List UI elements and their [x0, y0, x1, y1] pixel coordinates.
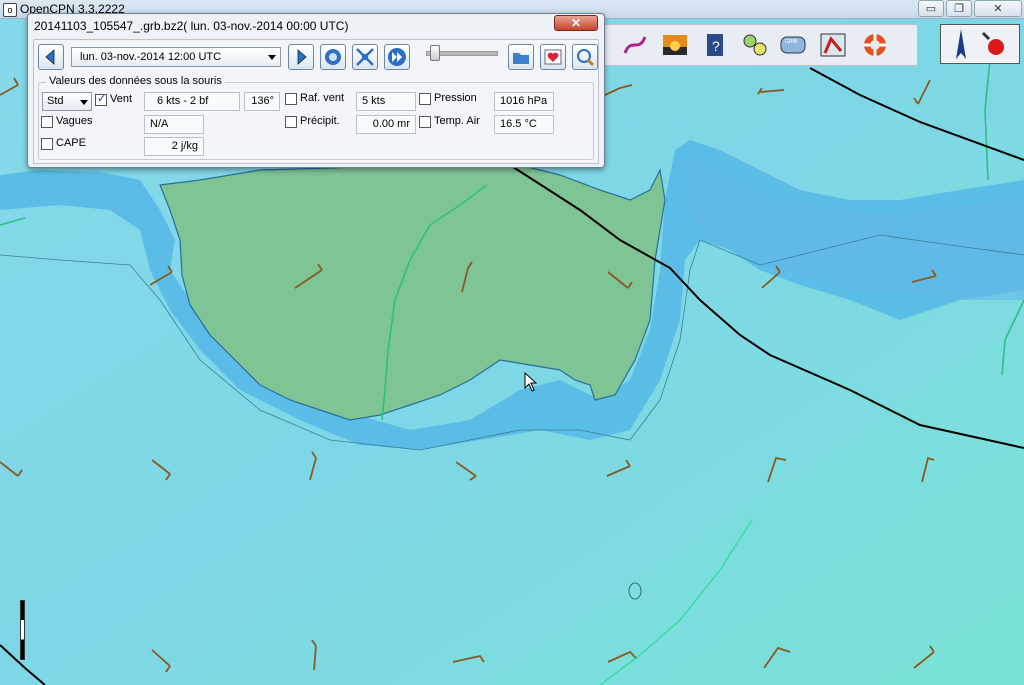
grib-dialog-title: 20141103_105547_.grb.bz2( lun. 03-nov.-2… [34, 19, 349, 33]
raf-vent-checkbox[interactable] [285, 93, 297, 105]
next-time-button[interactable] [288, 44, 314, 70]
open-file-button[interactable] [508, 44, 534, 70]
magnifier-pencil-icon [577, 49, 595, 67]
fast-forward-icon [388, 48, 406, 66]
chevron-down-icon [268, 55, 276, 60]
vagues-field: N/A [144, 115, 204, 134]
grib-panel: lun. 03-nov.-2014 12:00 UTC Valeurs des … [33, 39, 599, 164]
precipit-checkbox[interactable] [285, 116, 297, 128]
precipit-field: 0.00 mr [356, 115, 416, 134]
restore-button[interactable]: ❐ [946, 0, 972, 17]
temp-air-label: Temp. Air [434, 115, 480, 127]
settings-button[interactable] [540, 44, 566, 70]
pression-checkbox[interactable] [419, 93, 431, 105]
now-button[interactable] [320, 44, 346, 70]
dashboard-button[interactable] [739, 29, 771, 61]
chevron-down-icon [80, 100, 88, 105]
gps-status-icon[interactable] [981, 31, 1004, 55]
sunset-icon [663, 35, 687, 55]
pression-label: Pression [434, 92, 477, 104]
std-select[interactable]: Std [42, 92, 92, 111]
date-time-select[interactable]: lun. 03-nov.-2014 12:00 UTC [71, 47, 281, 67]
vent-checkbox[interactable] [95, 92, 107, 106]
previous-time-button[interactable] [38, 44, 64, 70]
heart-window-icon [544, 49, 562, 65]
opencpn-app-icon: o [3, 3, 17, 17]
temp-air-checkbox[interactable] [419, 116, 431, 128]
compass-toolbar [940, 24, 1020, 64]
request-button[interactable] [572, 44, 598, 70]
arrow-left-icon [45, 49, 55, 65]
zoom-to-center-button[interactable] [352, 44, 378, 70]
precipit-label: Précipit. [300, 115, 340, 127]
dashboard-gauges-icon [743, 34, 767, 56]
expand-arrows-icon [356, 48, 374, 66]
window-close-button[interactable]: ✕ [974, 0, 1022, 17]
pression-field: 1016 hPa [494, 92, 554, 111]
route-manager-button[interactable] [619, 29, 651, 61]
vent-direction-field: 136° [244, 92, 280, 111]
help-button[interactable]: ? [699, 29, 731, 61]
vagues-label: Vagues [56, 115, 93, 127]
cape-field: 2 j/kg [144, 137, 204, 156]
chart-scale-bar [20, 600, 25, 660]
play-button[interactable] [384, 44, 410, 70]
arrow-right-icon [297, 49, 307, 65]
mouse-cursor-icon [524, 372, 538, 392]
grib-icon: GRIB [780, 36, 806, 54]
grib-close-button[interactable]: ✕ [554, 15, 598, 31]
vent-speed-field: 6 kts - 2 bf [144, 92, 240, 111]
folder-icon [513, 53, 529, 64]
raf-vent-label: Raf. vent [300, 92, 345, 104]
cape-checkbox[interactable] [41, 138, 53, 150]
minimize-button[interactable]: ▭ [918, 0, 944, 17]
tides-button[interactable] [659, 29, 691, 61]
weather-icon [820, 33, 846, 57]
raf-vent-field: 5 kts [356, 92, 416, 111]
date-time-value: lun. 03-nov.-2014 12:00 UTC [80, 51, 222, 63]
temp-air-field: 16.5 °C [494, 115, 554, 134]
vagues-checkbox[interactable] [41, 116, 53, 128]
svg-text:?: ? [712, 38, 720, 54]
std-select-value: Std [47, 95, 64, 107]
weather-routing-button[interactable] [817, 29, 849, 61]
time-slider-thumb[interactable] [430, 45, 440, 61]
compass-icon[interactable] [956, 29, 966, 59]
help-book-icon: ? [707, 34, 723, 56]
grib-dialog: 20141103_105547_.grb.bz2( lun. 03-nov.-2… [27, 13, 605, 168]
main-toolbar: ? GRIB [604, 24, 918, 66]
lifebuoy-icon [864, 34, 886, 56]
data-group-label: Valeurs des données sous la souris [46, 75, 225, 87]
grib-button[interactable]: GRIB [777, 29, 809, 61]
man-overboard-button[interactable] [859, 29, 891, 61]
route-icon [623, 36, 647, 54]
cape-label: CAPE [56, 137, 86, 149]
vent-label: Vent [110, 93, 133, 105]
svg-text:GRIB: GRIB [785, 39, 798, 45]
speech-bubble-icon [325, 49, 341, 65]
